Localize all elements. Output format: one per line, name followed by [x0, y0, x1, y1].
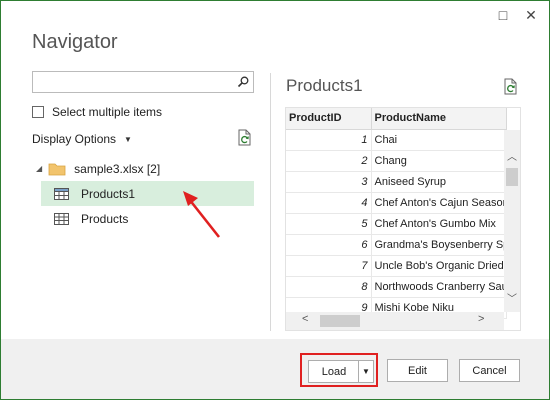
cell-product-id: 8 — [286, 276, 372, 298]
scroll-right-icon[interactable]: > — [478, 313, 484, 325]
cell-product-name: Grandma's Boysenberry Sp — [371, 234, 507, 256]
column-header[interactable]: ProductName — [371, 108, 507, 130]
table-row: 3 Aniseed Syrup — [286, 171, 507, 193]
cell-product-name: Aniseed Syrup — [371, 171, 507, 193]
preview-title: Products1 — [286, 76, 363, 95]
folder-icon — [48, 162, 66, 176]
cell-product-name: Northwoods Cranberry Sau — [371, 276, 507, 298]
cell-product-name: Chef Anton's Cajun Season — [371, 192, 507, 214]
refresh-icon — [238, 129, 251, 146]
annotation-arrow-icon — [183, 191, 221, 238]
search-box[interactable] — [32, 71, 254, 93]
cell-product-id: 2 — [286, 150, 372, 172]
search-button[interactable] — [233, 72, 253, 92]
vertical-scrollbar[interactable]: ︿ ﹀ — [504, 130, 520, 312]
select-multiple-label: Select multiple items — [52, 105, 163, 119]
tree-root-label: sample3.xlsx [2] — [74, 161, 161, 176]
table-row: 5 Chef Anton's Gumbo Mix — [286, 213, 507, 235]
pane-divider[interactable] — [270, 73, 271, 331]
cell-product-id: 1 — [286, 129, 372, 151]
load-button-group: Load ▼ — [300, 353, 378, 387]
cell-product-id: 7 — [286, 255, 372, 277]
table-icon — [54, 187, 69, 200]
load-options-button[interactable]: ▼ — [358, 360, 374, 383]
table-row: 6 Grandma's Boysenberry Sp — [286, 234, 507, 256]
horizontal-scrollbar[interactable]: < > — [286, 312, 504, 330]
table-row: 2 Chang — [286, 150, 507, 172]
tree-root-node[interactable]: ◢ sample3.xlsx [2] — [32, 156, 254, 181]
scroll-left-icon[interactable]: < — [302, 313, 308, 325]
display-options-dropdown[interactable]: Display Options ▼ — [32, 132, 132, 146]
scroll-up-icon[interactable]: ︿ — [504, 148, 520, 163]
preview-refresh-button[interactable] — [503, 78, 519, 99]
load-button[interactable]: Load — [308, 360, 359, 383]
edit-button[interactable]: Edit — [387, 359, 448, 382]
table-header-row: ProductID ProductName — [286, 108, 507, 130]
search-icon — [237, 76, 249, 88]
maximize-icon: □ — [498, 7, 508, 23]
sheet-icon — [54, 212, 69, 225]
column-header[interactable]: ProductID — [286, 108, 372, 130]
cancel-button[interactable]: Cancel — [459, 359, 520, 382]
display-options-label: Display Options — [32, 132, 117, 146]
table-row: 7 Uncle Bob's Organic Dried — [286, 255, 507, 277]
select-multiple-row[interactable]: Select multiple items — [32, 105, 162, 119]
cell-product-id: 4 — [286, 192, 372, 214]
refresh-icon — [504, 78, 517, 95]
cell-product-name: Chang — [371, 150, 507, 172]
close-icon: ✕ — [525, 6, 537, 23]
caret-down-icon: ▼ — [124, 134, 132, 144]
maximize-button[interactable]: □ — [491, 5, 515, 25]
horizontal-scroll-thumb[interactable] — [320, 315, 360, 327]
vertical-scroll-thumb[interactable] — [506, 168, 518, 186]
select-multiple-checkbox[interactable] — [32, 106, 44, 118]
table-row: 1 Chai — [286, 129, 507, 151]
scroll-down-icon[interactable]: ﹀ — [504, 290, 520, 305]
search-input[interactable] — [33, 72, 231, 92]
cell-product-id: 6 — [286, 234, 372, 256]
table-row: 4 Chef Anton's Cajun Season — [286, 192, 507, 214]
cell-product-id: 5 — [286, 213, 372, 235]
preview-grid: ProductID ProductName 1 Chai 2 Chang 3 Anis… — [285, 107, 521, 331]
cell-product-name: Chai — [371, 129, 507, 151]
navigator-dialog: □ ✕ Navigator Select multiple items Disp… — [0, 0, 550, 400]
caret-down-icon: ▼ — [362, 367, 370, 376]
cell-product-id: 3 — [286, 171, 372, 193]
cell-product-name: Uncle Bob's Organic Dried — [371, 255, 507, 277]
refresh-button[interactable] — [237, 129, 253, 150]
table-row: 8 Northwoods Cranberry Sau — [286, 276, 507, 298]
preview-table: ProductID ProductName 1 Chai 2 Chang 3 Anis… — [286, 108, 507, 319]
tree-item-label: Products — [81, 211, 129, 226]
close-button[interactable]: ✕ — [519, 5, 543, 25]
dialog-title: Navigator — [32, 31, 118, 53]
tree-item-label: Products1 — [81, 186, 136, 201]
cell-product-name: Chef Anton's Gumbo Mix — [371, 213, 507, 235]
expand-arrow-icon[interactable]: ◢ — [36, 164, 42, 173]
